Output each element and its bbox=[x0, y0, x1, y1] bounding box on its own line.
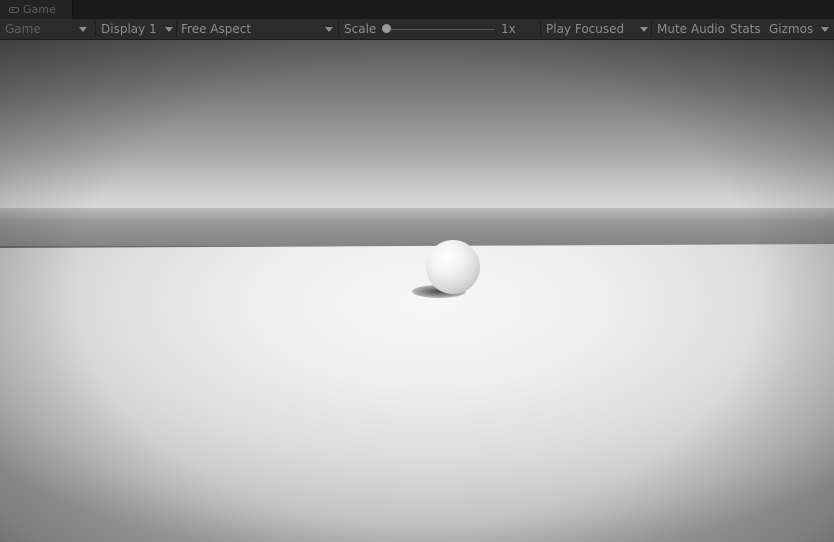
stats-label: Stats bbox=[730, 22, 761, 36]
toolbar-divider bbox=[176, 21, 177, 37]
display-label: Display 1 bbox=[101, 22, 157, 36]
display-chevron-down-icon bbox=[165, 27, 173, 32]
toolbar-divider bbox=[540, 21, 541, 37]
toolbar-divider bbox=[338, 21, 339, 37]
gizmos-label: Gizmos bbox=[769, 22, 814, 36]
play-mode-dropdown[interactable]: Play Focused bbox=[546, 19, 624, 39]
scale-value-text: 1x bbox=[501, 22, 516, 36]
mute-audio-label: Mute Audio bbox=[657, 22, 725, 36]
scale-slider-thumb[interactable] bbox=[382, 24, 391, 33]
game-viewport[interactable] bbox=[0, 40, 834, 542]
toolbar-divider bbox=[95, 21, 96, 37]
display-dropdown[interactable]: Display 1 bbox=[101, 19, 157, 39]
aspect-chevron-down-icon bbox=[325, 27, 333, 32]
play-mode-chevron-down-icon bbox=[640, 27, 648, 32]
view-mode-label: Game bbox=[5, 22, 41, 36]
gizmos-button[interactable]: Gizmos bbox=[769, 19, 813, 39]
view-mode-dropdown[interactable]: Game bbox=[5, 19, 41, 39]
toolbar-divider bbox=[651, 21, 652, 37]
sphere-object bbox=[426, 240, 480, 294]
scale-slider-track[interactable] bbox=[387, 29, 495, 30]
stats-button[interactable]: Stats bbox=[730, 19, 761, 39]
scale-label: Scale bbox=[344, 19, 376, 39]
tab-game-label: Game bbox=[23, 3, 56, 16]
play-mode-label: Play Focused bbox=[546, 22, 625, 36]
mute-audio-button[interactable]: Mute Audio bbox=[657, 19, 725, 39]
gizmos-chevron-down-icon[interactable] bbox=[821, 27, 829, 32]
aspect-dropdown[interactable]: Free Aspect bbox=[181, 19, 251, 39]
tab-game[interactable]: Game bbox=[0, 0, 73, 19]
aspect-label: Free Aspect bbox=[181, 22, 252, 36]
game-window: Game Game Display 1 Free Aspect Scale 1x… bbox=[0, 0, 834, 542]
tab-strip: Game bbox=[0, 0, 834, 19]
game-controller-icon bbox=[9, 1, 19, 13]
scale-label-text: Scale bbox=[344, 22, 377, 36]
game-toolbar: Game Display 1 Free Aspect Scale 1x Play… bbox=[0, 19, 834, 40]
horizon bbox=[0, 208, 834, 246]
view-mode-chevron-down-icon bbox=[79, 27, 87, 32]
scale-value: 1x bbox=[501, 19, 516, 39]
